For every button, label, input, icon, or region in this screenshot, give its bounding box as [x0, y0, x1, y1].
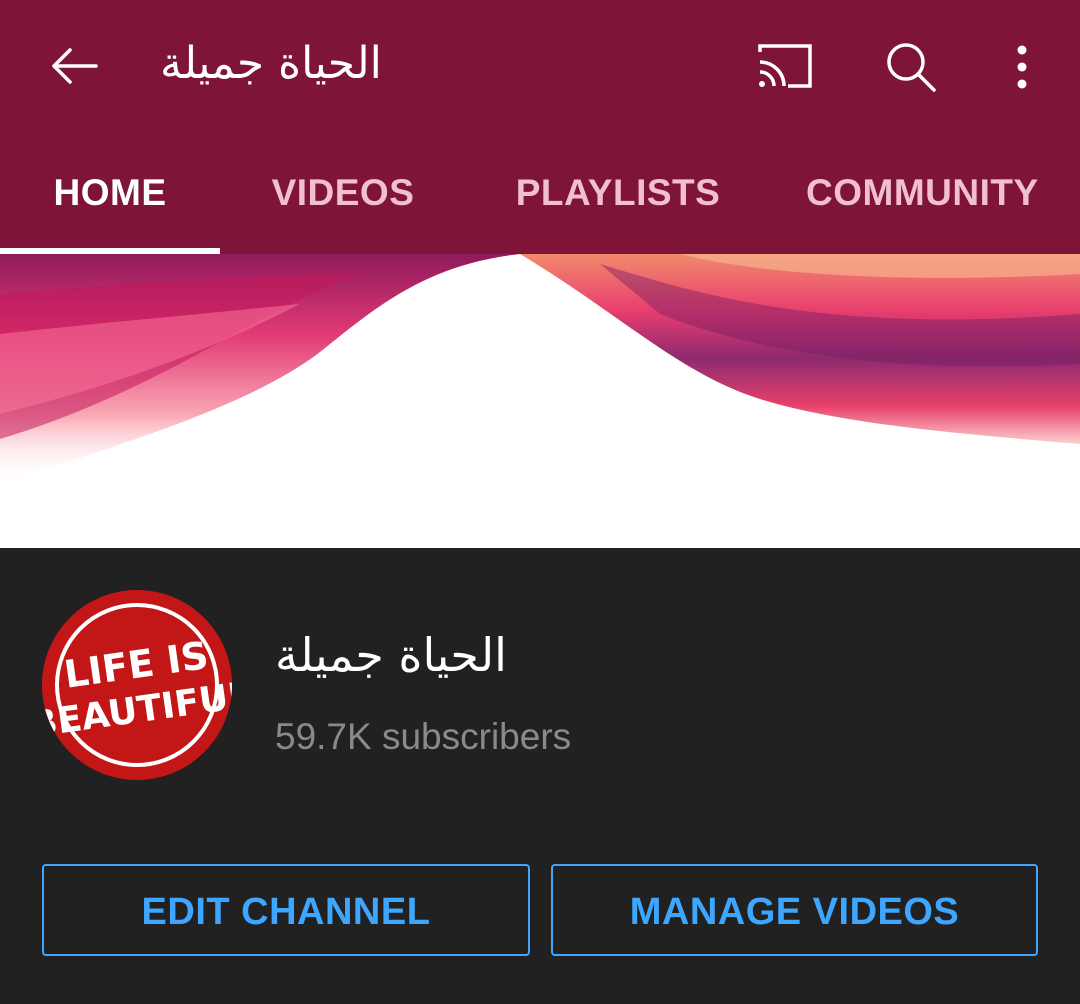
edit-channel-button[interactable]: EDIT CHANNEL [42, 864, 530, 956]
channel-banner [0, 254, 1080, 548]
manage-videos-button[interactable]: MANAGE VIDEOS [551, 864, 1038, 956]
back-arrow-icon [52, 48, 98, 84]
tab-community[interactable]: COMMUNITY [806, 150, 1080, 254]
page-title: الحياة جميلة [160, 38, 382, 89]
subscriber-count: 59.7K subscribers [275, 716, 572, 757]
cast-icon [758, 44, 812, 88]
back-button[interactable] [44, 34, 104, 98]
more-vert-icon [1017, 45, 1027, 89]
search-icon [887, 43, 936, 92]
more-options-button[interactable] [990, 34, 1054, 98]
banner-wave-art [0, 254, 1080, 548]
tab-playlists[interactable]: PLAYLISTS [490, 150, 746, 254]
search-button[interactable] [878, 34, 942, 98]
app-header: الحياة جميلة HOME VIDEOS PLAYLISTS COMMU… [0, 0, 1080, 254]
channel-tabs: HOME VIDEOS PLAYLISTS COMMUNITY [0, 150, 1080, 254]
channel-avatar[interactable]: LIFE IS BEAUTIFUL [42, 590, 232, 780]
tab-videos[interactable]: VIDEOS [232, 150, 454, 254]
life-is-beautiful-logo: LIFE IS BEAUTIFUL [42, 590, 232, 780]
tab-home[interactable]: HOME [0, 150, 220, 254]
cast-button[interactable] [750, 34, 814, 98]
channel-name: الحياة جميلة [275, 628, 507, 682]
